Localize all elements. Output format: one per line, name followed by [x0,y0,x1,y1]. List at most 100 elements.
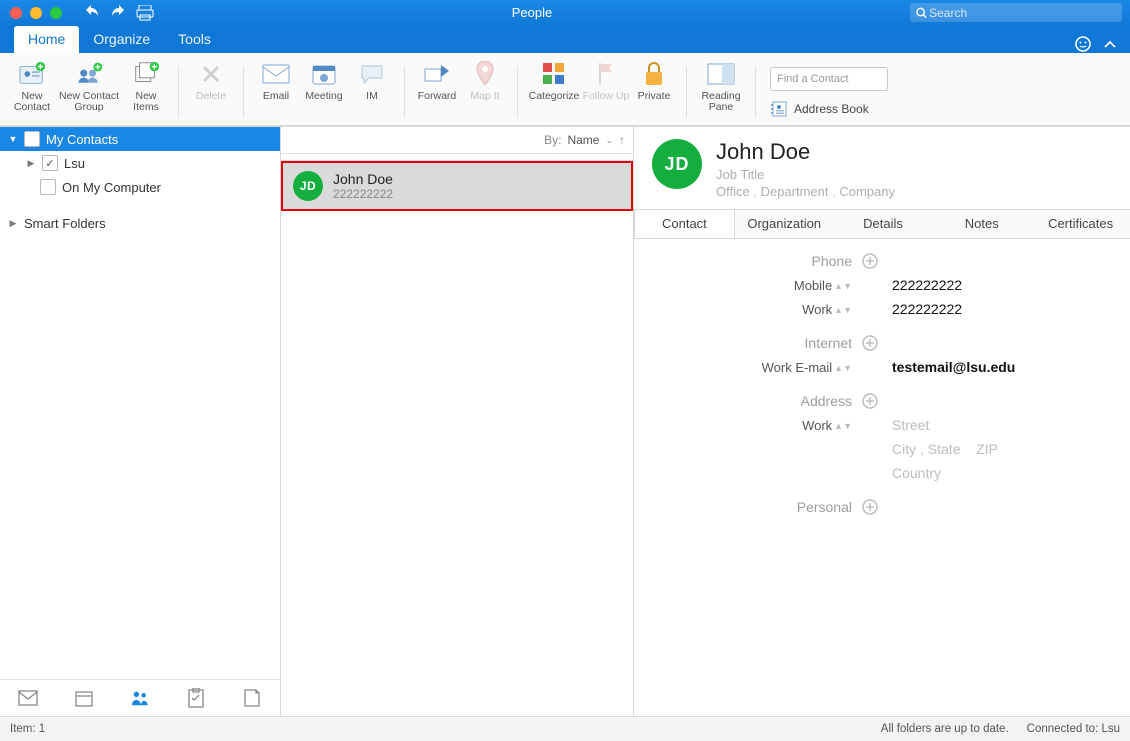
street-field[interactable]: Street [892,417,1112,433]
search-input[interactable] [927,5,1116,21]
work-address-label[interactable]: Work▲▼ [652,418,852,433]
mobile-value[interactable]: 222222222 [892,277,1112,293]
collapse-ribbon-icon[interactable] [1104,39,1116,49]
add-internet-icon[interactable] [862,335,882,351]
meeting-button[interactable]: Meeting [300,58,348,122]
close-icon[interactable] [10,7,22,19]
tab-certificates[interactable]: Certificates [1031,210,1130,238]
search-box[interactable] [910,3,1122,22]
contact-name: John Doe [333,171,393,187]
sort-ascending-icon[interactable]: ↑ [619,133,625,147]
address-book-button[interactable]: Address Book [770,101,888,117]
tasks-nav-icon[interactable] [186,688,206,708]
notes-nav-icon[interactable] [242,688,262,708]
new-contact-group-button[interactable]: New Contact Group [56,58,122,122]
search-icon [916,7,927,19]
map-it-button: Map It [461,58,509,122]
label: Email [263,91,289,102]
contact-list-pane: By: Name ⌄ ↑ JD John Doe 222222222 [281,127,634,716]
private-button[interactable]: Private [630,58,678,122]
print-icon[interactable] [136,5,154,21]
categorize-button[interactable]: Categorize [526,58,582,122]
people-nav-icon[interactable] [130,688,150,708]
work-phone-label[interactable]: Work▲▼ [652,302,852,317]
checkbox[interactable] [24,131,40,147]
country-field[interactable]: Country [892,465,1112,481]
title-bar: People [0,0,1130,25]
redo-icon[interactable] [110,5,126,21]
calendar-nav-icon[interactable] [74,688,94,708]
add-address-icon[interactable] [862,393,882,409]
new-contact-icon [18,60,46,88]
minimize-icon[interactable] [30,7,42,19]
chevron-right-icon: ▶ [8,218,18,229]
add-personal-icon[interactable] [862,499,882,515]
work-phone-value[interactable]: 222222222 [892,301,1112,317]
label: My Contacts [46,132,118,147]
tab-details[interactable]: Details [834,210,933,238]
sidebar-item-lsu[interactable]: ▶ ✓ Lsu [0,151,280,175]
city-field[interactable]: City [892,441,916,457]
department-field[interactable]: Department [761,184,829,199]
label: Follow Up [583,91,630,102]
item-count: Item: 1 [10,723,45,735]
sidebar-smart-folders[interactable]: ▶ Smart Folders [0,211,280,235]
state-field[interactable]: State [928,441,961,457]
company-field[interactable]: Company [839,184,895,199]
undo-icon[interactable] [84,5,100,21]
tab-organization[interactable]: Organization [735,210,834,238]
tab-home[interactable]: Home [14,26,79,53]
find-contact-input[interactable]: Find a Contact [770,67,888,91]
chevron-down-icon: ▼ [8,134,18,144]
follow-up-button: Follow Up [582,58,630,122]
work-email-value[interactable]: testemail@lsu.edu [892,359,1112,375]
label: Forward [418,91,457,102]
add-phone-icon[interactable] [862,253,882,269]
label: Reading Pane [695,91,747,113]
sidebar-my-contacts[interactable]: ▼ My Contacts [0,127,280,151]
sidebar-item-on-my-computer[interactable]: On My Computer [0,175,280,199]
new-contact-button[interactable]: New Contact [8,58,56,122]
city-state-zip-row[interactable]: City , State ZIP [892,441,1112,457]
emoji-feedback-icon[interactable] [1074,35,1092,53]
im-button[interactable]: IM [348,58,396,122]
label: Lsu [64,156,85,171]
im-icon [358,60,386,88]
address-book-icon [770,101,788,117]
tab-tools[interactable]: Tools [164,26,225,53]
label: Smart Folders [24,216,106,231]
label: Categorize [529,91,580,102]
sort-bar[interactable]: By: Name ⌄ ↑ [281,127,633,154]
tab-contact[interactable]: Contact [634,209,735,238]
chevron-right-icon: ▶ [26,158,36,169]
zip-field[interactable]: ZIP [976,441,998,457]
forward-button[interactable]: Forward [413,58,461,122]
label: Map It [470,91,499,102]
tab-notes[interactable]: Notes [932,210,1031,238]
checkbox[interactable]: ✓ [42,155,58,171]
office-field[interactable]: Office [716,184,750,199]
label: Meeting [305,91,342,102]
label: New Items [122,91,170,113]
zoom-icon[interactable] [50,7,62,19]
new-items-button[interactable]: New Items [122,58,170,122]
window-controls [0,7,72,19]
sort-prefix: By: [544,133,561,147]
mail-nav-icon[interactable] [18,688,38,708]
sort-value: Name [567,133,599,147]
job-title-field[interactable]: Job Title [716,167,895,182]
contact-full-name[interactable]: John Doe [716,139,895,165]
checkbox[interactable] [40,179,56,195]
org-line[interactable]: Office , Department , Company [716,184,895,199]
lock-icon [640,60,668,88]
label: Delete [196,91,226,102]
work-email-label[interactable]: Work E-mail▲▼ [652,360,852,375]
email-icon [262,60,290,88]
mobile-label[interactable]: Mobile▲▼ [652,278,852,293]
contact-list-item[interactable]: JD John Doe 222222222 [281,161,633,211]
label: IM [366,91,378,102]
reading-pane-button[interactable]: Reading Pane [695,58,747,122]
section-personal: Personal [652,499,852,515]
email-button[interactable]: Email [252,58,300,122]
tab-organize[interactable]: Organize [79,26,164,53]
